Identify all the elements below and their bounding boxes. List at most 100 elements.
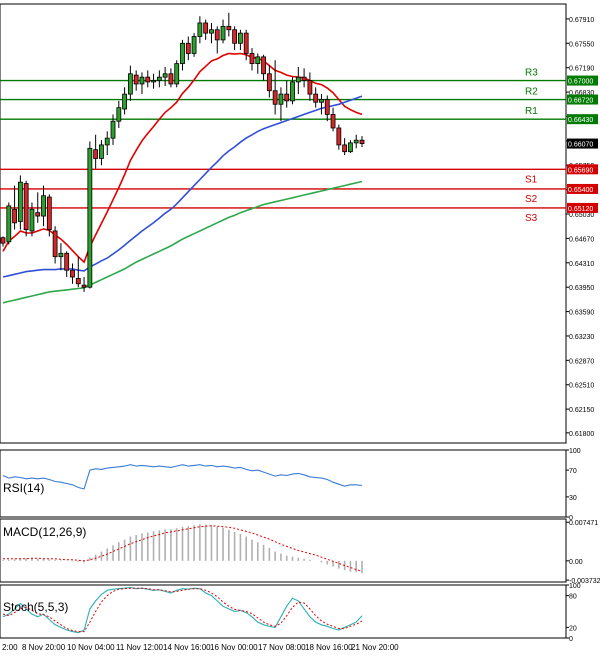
price-tick-label: 0.61800	[569, 431, 594, 438]
candle-body	[93, 149, 99, 159]
price-tick-label: 0.65030	[569, 212, 594, 219]
level-price-label: 0.66720	[568, 98, 593, 105]
price-tick-label: 0.62870	[569, 358, 594, 365]
candle-body	[52, 230, 58, 258]
candle-body	[191, 36, 197, 54]
x-tick-label: 21 Nov 20:00	[351, 643, 399, 652]
candle-body	[168, 73, 174, 85]
level-price-label: 0.66430	[568, 117, 593, 124]
candle-body	[122, 93, 127, 110]
price-tick-label: 0.67910	[569, 17, 594, 24]
level-price-label: 0.65400	[568, 187, 593, 194]
level-name-s1: S1	[525, 174, 538, 185]
candle-body	[104, 137, 110, 146]
candle-body	[295, 76, 301, 83]
level-price-label: 0.67000	[568, 79, 593, 86]
candle	[174, 60, 180, 88]
candle-body	[284, 93, 290, 102]
rsi-label: RSI(14)	[3, 481, 44, 495]
candle-body	[41, 195, 46, 217]
level-price-label: 0.65690	[568, 167, 593, 174]
rsi-tick-label: 70	[569, 468, 577, 475]
level-name-r2: R2	[525, 87, 538, 98]
candle-body	[81, 284, 87, 288]
current-price-label: 0.66070	[568, 142, 593, 149]
chart-background	[0, 0, 600, 656]
candle-body	[58, 252, 64, 258]
macd-label: MACD(12,26,9)	[3, 525, 86, 539]
candle	[87, 141, 93, 289]
candle-body	[220, 25, 226, 41]
candle	[191, 33, 197, 57]
candle-body	[232, 29, 238, 44]
candle-body	[145, 76, 151, 83]
stoch-tick-label: 100	[569, 583, 581, 590]
candle-body	[272, 90, 278, 105]
candle-body	[348, 142, 353, 153]
candle-body	[243, 32, 249, 54]
candle-body	[324, 99, 330, 115]
candle-body	[87, 147, 93, 288]
stoch-tick-label: 80	[569, 594, 577, 601]
rsi-tick-label: 100	[569, 448, 581, 455]
candle-body	[70, 269, 75, 278]
candle-body	[75, 277, 81, 285]
candle-body	[203, 22, 209, 34]
candle-body	[64, 252, 70, 271]
stoch-tick-label: 20	[569, 625, 577, 632]
candle-body	[29, 208, 35, 232]
candle-body	[110, 120, 116, 139]
price-tick-label: 0.64670	[569, 236, 594, 243]
candle-body	[214, 29, 220, 41]
chart-canvas: 100703000.0074710.00-0.00373210080200 0.…	[0, 0, 600, 656]
rsi-tick-label: 30	[569, 495, 577, 502]
candle-body	[290, 81, 295, 102]
candle-body	[162, 73, 168, 78]
x-axis-labels: 2:00 8 Nov 20:00 10 Nov 04:00 11 Nov 12:…	[2, 643, 399, 652]
stoch-label: Stoch(5,5,3)	[3, 600, 68, 614]
candle-body	[278, 93, 284, 105]
level-price-label: 0.65120	[568, 206, 593, 213]
candle-body	[336, 127, 342, 146]
price-tick-label: 0.62150	[569, 407, 594, 414]
candle-body	[353, 139, 359, 144]
candle-body	[342, 144, 348, 153]
x-tick-label: 17 Nov 08:00	[258, 643, 306, 652]
candle-body	[127, 73, 133, 95]
price-tick-label: 0.64310	[569, 261, 594, 268]
candle-body	[197, 22, 203, 37]
candle-body	[226, 25, 232, 31]
candle-body	[6, 205, 12, 243]
candle	[23, 180, 29, 237]
candle-body	[330, 114, 336, 129]
price-tick-label: 0.67550	[569, 41, 594, 48]
candle-body	[46, 196, 52, 230]
candle-body	[255, 56, 261, 65]
candle-body	[301, 76, 307, 81]
candle-body	[12, 208, 17, 224]
candle-body	[23, 183, 29, 230]
candle-body	[116, 107, 122, 122]
stoch-tick-label: 0	[569, 636, 573, 643]
price-tick-label: 0.67190	[569, 66, 594, 73]
x-tick-label: 11 Nov 12:00	[116, 643, 164, 652]
macd-tick-label: 0.00	[569, 559, 583, 566]
candle-body	[238, 32, 243, 44]
x-tick-label: 16 Nov 00:00	[210, 643, 258, 652]
level-name-s2: S2	[525, 194, 538, 205]
candle-body	[139, 76, 145, 85]
level-name-s3: S3	[525, 213, 538, 224]
macd-tick-label: 0.007471	[569, 520, 598, 527]
candle-body	[17, 181, 23, 222]
price-tick-label: 0.63230	[569, 334, 594, 341]
x-tick-label: 18 Nov 16:00	[305, 643, 353, 652]
candle-body	[35, 212, 41, 217]
x-tick-label: 8 Nov 20:00	[22, 643, 66, 652]
candle-body	[151, 80, 156, 83]
candle-body	[313, 93, 319, 103]
x-tick-label: 14 Nov 16:00	[163, 643, 211, 652]
candle-body	[359, 139, 365, 144]
candle-body	[156, 76, 162, 81]
candle-body	[133, 74, 139, 85]
candle-body	[174, 63, 180, 85]
